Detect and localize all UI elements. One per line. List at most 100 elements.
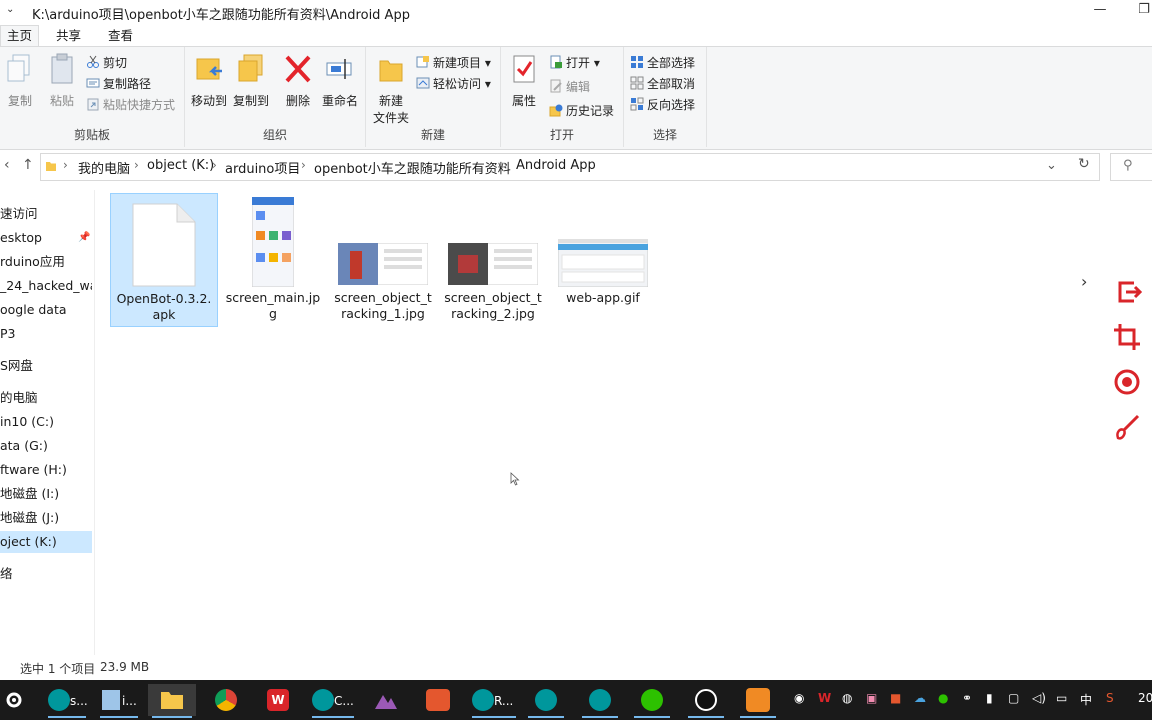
delete-button[interactable]: 删除 bbox=[281, 53, 315, 109]
tab-home[interactable]: 主页 bbox=[0, 25, 40, 46]
breadcrumb-separator[interactable]: › bbox=[134, 158, 139, 172]
maximize-button[interactable]: ❐ bbox=[1130, 2, 1152, 22]
breadcrumb-separator[interactable]: › bbox=[503, 158, 508, 172]
up-button[interactable]: ↑ bbox=[22, 157, 34, 173]
tray-network-icon[interactable]: ⚭ bbox=[962, 691, 972, 705]
rename-button[interactable]: 重命名 bbox=[319, 53, 361, 109]
taskbar-arduino-c[interactable]: C... bbox=[308, 684, 358, 718]
taskbar-arduino-s[interactable]: s... bbox=[44, 684, 90, 718]
tray-ime[interactable]: 中 bbox=[1080, 691, 1092, 708]
nav-item-drive-g[interactable]: ata (G:) bbox=[0, 435, 92, 457]
pin-icon[interactable]: 📌 bbox=[78, 227, 90, 249]
edit-button[interactable]: 编辑 bbox=[549, 77, 590, 97]
properties-button[interactable]: 属性 bbox=[507, 53, 541, 109]
tab-view[interactable]: 查看 bbox=[102, 26, 139, 46]
clock[interactable]: 20 bbox=[1138, 691, 1152, 705]
refresh-button[interactable]: ↻ bbox=[1078, 156, 1090, 172]
tray-sogou-icon[interactable]: S bbox=[1106, 691, 1114, 705]
breadcrumb-separator[interactable]: › bbox=[212, 158, 217, 172]
minimize-button[interactable]: — bbox=[1086, 2, 1114, 22]
taskbar-settings[interactable] bbox=[0, 684, 44, 716]
breadcrumb-separator[interactable]: › bbox=[301, 158, 306, 172]
open-button[interactable]: 打开 ▾ bbox=[549, 53, 600, 73]
paste-button[interactable]: 粘贴 bbox=[44, 53, 80, 109]
nav-item-drive-c[interactable]: in10 (C:) bbox=[0, 411, 92, 433]
crop-icon[interactable] bbox=[1110, 320, 1144, 354]
edit-icon bbox=[549, 79, 563, 93]
invert-selection-button[interactable]: 反向选择 bbox=[630, 95, 695, 115]
tray-display-icon[interactable]: ▢ bbox=[1008, 691, 1019, 705]
back-button[interactable]: ‹ bbox=[4, 157, 10, 173]
nav-item-google-data[interactable]: oogle data bbox=[0, 299, 92, 321]
taskbar-wps[interactable]: W bbox=[256, 684, 300, 716]
running-indicator bbox=[48, 716, 86, 718]
file-item[interactable]: screen_main.jpg bbox=[220, 193, 326, 325]
nav-item-my-computer[interactable]: 的电脑 bbox=[0, 387, 92, 409]
tray-bilibili-icon[interactable]: ▣ bbox=[866, 691, 877, 705]
chevron-right-icon[interactable]: › bbox=[1081, 272, 1087, 291]
nav-item-arduino-apps[interactable]: rduino应用 bbox=[0, 251, 92, 273]
nav-item-quick-access[interactable]: 速访问 bbox=[0, 203, 92, 225]
nav-item-drive-i[interactable]: 地磁盘 (I:) bbox=[0, 483, 92, 505]
copy-button[interactable]: 复制 bbox=[2, 53, 38, 109]
file-item[interactable]: web-app.gif bbox=[550, 193, 656, 325]
taskbar-file-explorer[interactable] bbox=[148, 684, 196, 718]
tray-cloud-icon[interactable]: ☁ bbox=[914, 691, 926, 705]
exit-icon[interactable] bbox=[1110, 275, 1144, 309]
breadcrumb-openbot-folder[interactable]: openbot小车之跟随功能所有资料 bbox=[314, 158, 511, 177]
record-icon[interactable] bbox=[1110, 365, 1144, 399]
taskbar-chrome[interactable] bbox=[204, 684, 248, 716]
taskbar-obs[interactable] bbox=[684, 684, 728, 718]
copy-path-button[interactable]: 复制路径 bbox=[86, 74, 151, 94]
taskbar-video-app[interactable] bbox=[416, 684, 460, 716]
search-box[interactable]: ⚲ bbox=[1110, 153, 1152, 181]
quick-access-dropdown-icon[interactable]: ⌄ bbox=[6, 4, 14, 15]
nav-item-p3[interactable]: P3 bbox=[0, 323, 92, 345]
nav-item-drive-h[interactable]: ftware (H:) bbox=[0, 459, 92, 481]
nav-item-hacked-wall[interactable]: _24_hacked_wal bbox=[0, 275, 92, 297]
cut-button[interactable]: 剪切 bbox=[86, 53, 127, 73]
taskbar-arduino-2[interactable] bbox=[524, 684, 568, 718]
tray-usb-icon[interactable]: ▮ bbox=[986, 691, 993, 705]
brush-icon[interactable] bbox=[1110, 410, 1144, 444]
file-item[interactable]: screen_object_tracking_1.jpg bbox=[330, 193, 436, 325]
breadcrumb-arduino-project[interactable]: arduino项目 bbox=[225, 158, 300, 177]
nav-item-network[interactable]: 络 bbox=[0, 563, 92, 585]
folder-icon bbox=[46, 162, 56, 171]
breadcrumb-separator[interactable]: › bbox=[63, 158, 68, 172]
taskbar-screenshot-tool[interactable] bbox=[736, 684, 780, 718]
address-dropdown-icon[interactable]: ⌄ bbox=[1046, 158, 1057, 173]
nav-item-drive-k[interactable]: oject (K:) bbox=[0, 531, 92, 553]
nav-item-wps-netdisk[interactable]: S网盘 bbox=[0, 355, 92, 377]
copy-to-button[interactable]: 复制到 bbox=[231, 53, 271, 109]
easy-access-button[interactable]: 轻松访问 ▾ bbox=[416, 74, 491, 94]
new-item-button[interactable]: 新建项目 ▾ bbox=[416, 53, 491, 73]
tray-volume-icon[interactable]: ◁) bbox=[1032, 691, 1046, 705]
tab-share[interactable]: 共享 bbox=[50, 26, 87, 46]
tray-wps-icon[interactable]: W bbox=[818, 691, 831, 705]
tray-obs-icon[interactable]: ◉ bbox=[794, 691, 804, 705]
select-all-button[interactable]: 全部选择 bbox=[630, 53, 695, 73]
tray-monitor-icon[interactable]: ▭ bbox=[1056, 691, 1067, 705]
nav-item-drive-j[interactable]: 地磁盘 (J:) bbox=[0, 507, 92, 529]
taskbar-arduino-3[interactable] bbox=[578, 684, 622, 718]
new-folder-button[interactable]: 新建 文件夹 bbox=[370, 53, 412, 126]
taskbar-notepad[interactable]: i... bbox=[96, 684, 142, 718]
history-button[interactable]: 历史记录 bbox=[549, 101, 614, 121]
tray-wechat-icon[interactable]: ● bbox=[938, 691, 948, 705]
select-none-button[interactable]: 全部取消 bbox=[630, 74, 695, 94]
nav-item-desktop[interactable]: esktop 📌 bbox=[0, 227, 92, 249]
paste-shortcut-button[interactable]: 粘贴快捷方式 bbox=[86, 95, 175, 115]
taskbar-wechat[interactable] bbox=[630, 684, 674, 718]
address-bar[interactable]: › 我的电脑 › object (K:) › arduino项目 › openb… bbox=[40, 153, 1100, 181]
tray-gamepad-icon[interactable]: ◍ bbox=[842, 691, 852, 705]
file-item[interactable]: OpenBot-0.3.2.apk bbox=[110, 193, 218, 327]
taskbar-mountain-app[interactable] bbox=[364, 684, 408, 716]
tray-video-icon[interactable]: ■ bbox=[890, 691, 901, 705]
breadcrumb-drive-k[interactable]: object (K:) bbox=[147, 158, 214, 173]
breadcrumb-android-app[interactable]: Android App bbox=[516, 158, 596, 173]
move-to-button[interactable]: 移动到 bbox=[189, 53, 229, 109]
taskbar-arduino-r[interactable]: R... bbox=[468, 684, 520, 718]
file-item[interactable]: screen_object_tracking_2.jpg bbox=[440, 193, 546, 325]
breadcrumb-my-computer[interactable]: 我的电脑 bbox=[78, 158, 130, 177]
